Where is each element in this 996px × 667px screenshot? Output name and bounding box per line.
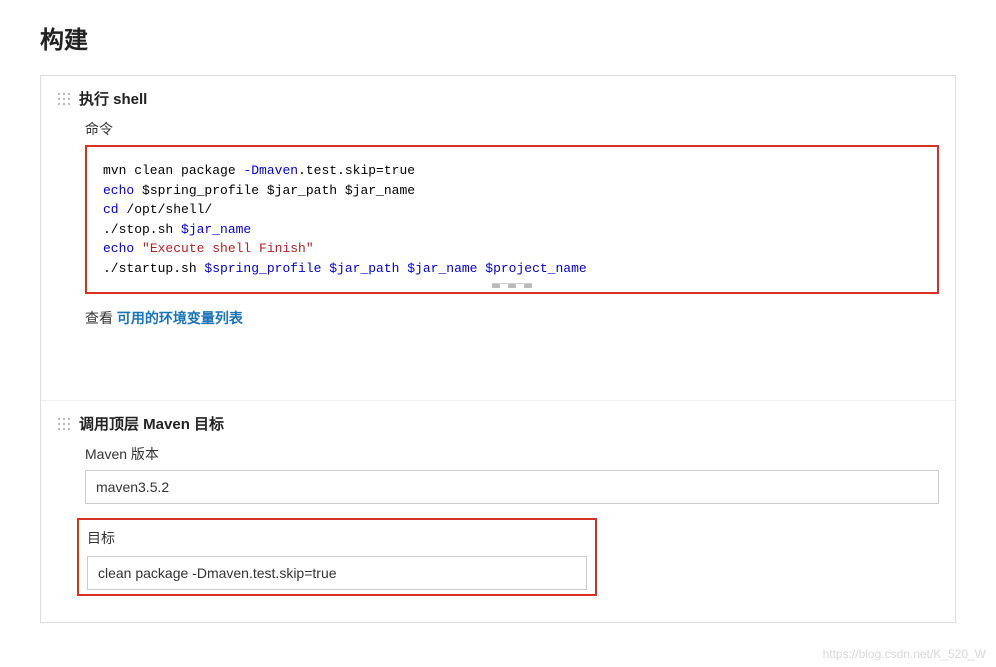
code-text: .test.skip=true — [298, 163, 415, 178]
section-title: 构建 — [40, 20, 956, 55]
code-text: cd — [103, 202, 119, 217]
code-text: ./startup.sh — [103, 261, 197, 276]
code-text: echo — [103, 241, 134, 256]
step-title-maven: 调用顶层 Maven 目标 — [79, 413, 224, 434]
code-text: $spring_profile $jar_path $jar_name — [134, 183, 415, 198]
field-maven-version: Maven 版本 — [85, 444, 939, 504]
code-text: $jar_name — [173, 222, 251, 237]
maven-goal-input[interactable] — [87, 556, 587, 590]
field-command: 命令 mvn clean package -Dmaven.test.skip=t… — [85, 119, 939, 294]
goal-highlight: 目标 — [77, 518, 597, 596]
code-text: $spring_profile $jar_path $jar_name $pro… — [197, 261, 587, 276]
env-variables-link[interactable]: 可用的环境变量列表 — [117, 310, 243, 326]
code-text: -Dmaven — [243, 163, 298, 178]
build-step-maven: 调用顶层 Maven 目标 Maven 版本 目标 — [41, 400, 955, 622]
view-env-prefix: 查看 — [85, 310, 117, 326]
field-maven-goal: 目标 — [85, 518, 939, 596]
drag-handle-icon[interactable] — [57, 92, 71, 106]
step-title-shell: 执行 shell — [79, 88, 147, 109]
watermark: https://blog.csdn.net/K_520_W — [823, 647, 986, 661]
code-text: echo — [103, 183, 134, 198]
build-container: 执行 shell 命令 mvn clean package -Dmaven.te… — [40, 75, 956, 623]
maven-version-label: Maven 版本 — [85, 444, 939, 464]
maven-goal-label: 目标 — [87, 528, 587, 548]
step-header: 调用顶层 Maven 目标 — [57, 413, 939, 434]
code-text: mvn clean package — [103, 163, 243, 178]
shell-command-editor[interactable]: mvn clean package -Dmaven.test.skip=true… — [85, 145, 939, 294]
maven-version-input[interactable] — [85, 470, 939, 504]
code-text: ./stop.sh — [103, 222, 173, 237]
code-text: /opt/shell/ — [119, 202, 213, 217]
step-header: 执行 shell — [57, 88, 939, 109]
drag-handle-icon[interactable] — [57, 417, 71, 431]
build-step-shell: 执行 shell 命令 mvn clean package -Dmaven.te… — [41, 76, 955, 340]
command-label: 命令 — [85, 119, 939, 139]
code-text: "Execute shell Finish" — [134, 241, 313, 256]
view-env-link-row: 查看 可用的环境变量列表 — [85, 308, 939, 328]
